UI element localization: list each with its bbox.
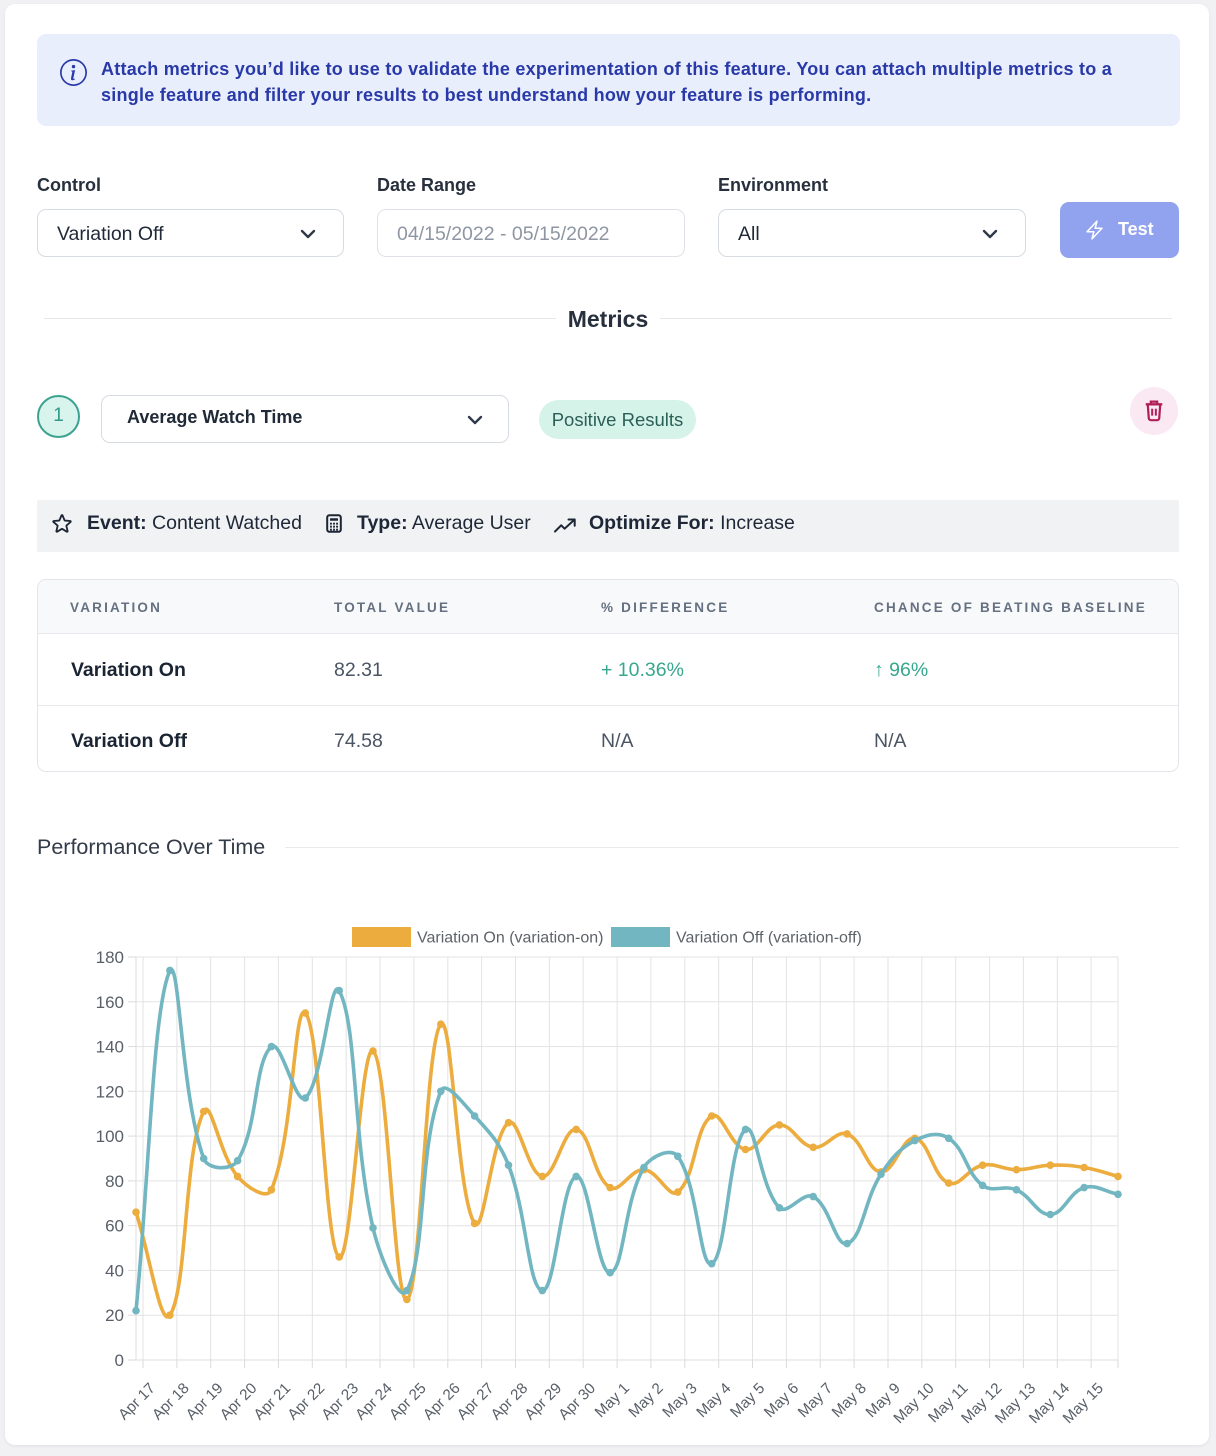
svg-text:Apr 22: Apr 22 xyxy=(284,1380,328,1424)
svg-text:40: 40 xyxy=(105,1261,124,1280)
svg-text:Apr 25: Apr 25 xyxy=(386,1380,430,1424)
svg-text:Apr 27: Apr 27 xyxy=(454,1380,498,1424)
svg-text:140: 140 xyxy=(96,1038,124,1057)
svg-text:80: 80 xyxy=(105,1172,124,1191)
svg-text:May 7: May 7 xyxy=(795,1380,836,1421)
svg-text:May 5: May 5 xyxy=(727,1380,768,1421)
svg-text:Apr 28: Apr 28 xyxy=(488,1380,532,1424)
svg-text:20: 20 xyxy=(105,1306,124,1325)
svg-text:Apr 29: Apr 29 xyxy=(521,1380,565,1424)
svg-text:160: 160 xyxy=(96,993,124,1012)
svg-text:Variation On (variation-on): Variation On (variation-on) xyxy=(417,930,603,947)
svg-text:Apr 20: Apr 20 xyxy=(217,1380,261,1424)
svg-text:Apr 19: Apr 19 xyxy=(183,1380,227,1424)
svg-text:Apr 18: Apr 18 xyxy=(149,1380,193,1424)
svg-text:May 6: May 6 xyxy=(761,1380,802,1421)
svg-text:180: 180 xyxy=(96,948,124,967)
svg-text:100: 100 xyxy=(96,1127,124,1146)
svg-text:Apr 24: Apr 24 xyxy=(352,1380,396,1424)
svg-text:Apr 23: Apr 23 xyxy=(318,1380,362,1424)
svg-text:0: 0 xyxy=(115,1351,124,1370)
svg-text:Apr 21: Apr 21 xyxy=(251,1380,295,1424)
svg-text:Apr 30: Apr 30 xyxy=(555,1380,599,1424)
svg-text:Apr 26: Apr 26 xyxy=(420,1380,464,1424)
svg-text:Apr 17: Apr 17 xyxy=(115,1380,159,1424)
svg-text:May 1: May 1 xyxy=(592,1380,633,1421)
svg-text:60: 60 xyxy=(105,1217,124,1236)
svg-text:Variation Off (variation-off): Variation Off (variation-off) xyxy=(676,930,862,947)
svg-text:May 2: May 2 xyxy=(625,1380,666,1421)
svg-text:May 3: May 3 xyxy=(659,1380,700,1421)
svg-text:120: 120 xyxy=(96,1082,124,1101)
svg-text:May 4: May 4 xyxy=(693,1380,734,1421)
svg-text:May 8: May 8 xyxy=(829,1380,870,1421)
